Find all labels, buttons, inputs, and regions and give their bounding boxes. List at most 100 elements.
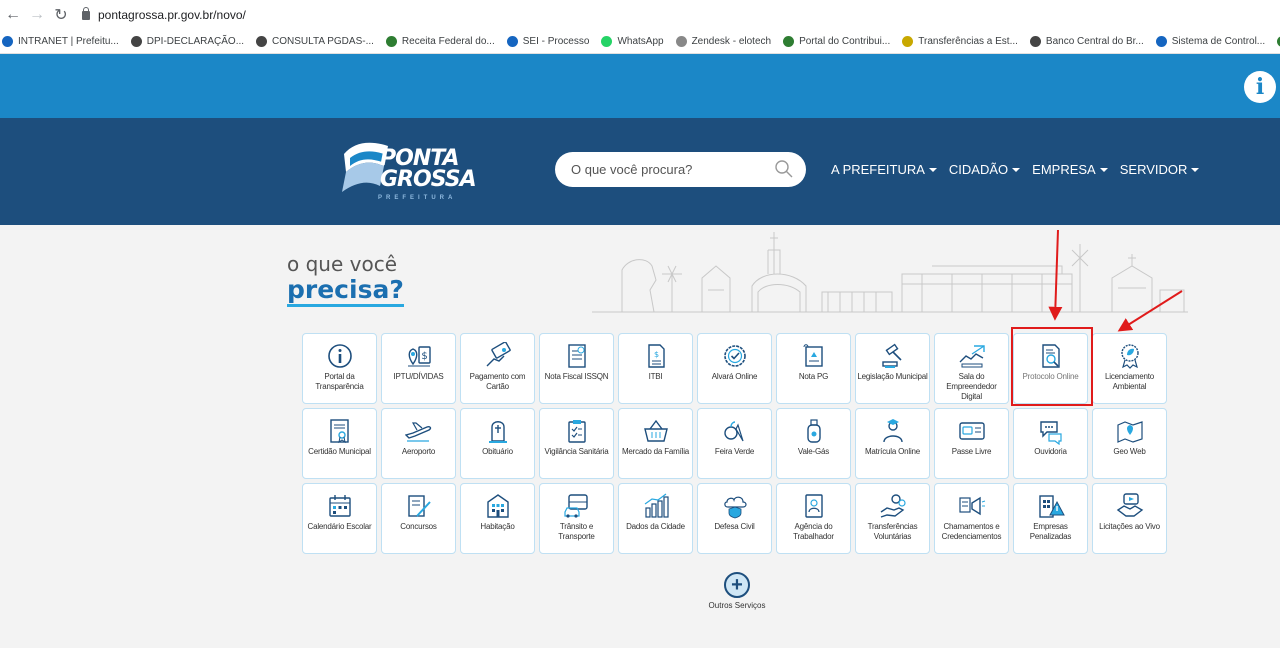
bookmark-label: Portal do Contribui... [799, 36, 891, 47]
bar-chart-icon [644, 493, 669, 518]
service-tile[interactable]: Mercado da Família [618, 408, 693, 479]
service-tile[interactable]: Obituário [460, 408, 535, 479]
service-tile[interactable]: Agência do Trabalhador [776, 483, 851, 554]
svg-text:$: $ [421, 351, 427, 362]
service-tile[interactable]: Certidão Municipal [302, 408, 377, 479]
bookmark-label: SEI - Processo [522, 36, 590, 47]
plus-icon[interactable]: + [724, 572, 750, 598]
service-tile-label: Vale-Gás [797, 447, 830, 456]
lock-icon [82, 6, 90, 20]
service-tile[interactable]: Ouvidoria [1013, 408, 1088, 479]
service-tile[interactable]: Nota PG [776, 333, 851, 404]
service-tile[interactable]: Feira Verde [697, 408, 772, 479]
service-tile[interactable]: Matrícula Online [855, 408, 930, 479]
search-box[interactable] [555, 152, 806, 187]
service-tile[interactable]: Trânsito e Transporte [539, 483, 614, 554]
bookmark-item[interactable]: WhatsApp [601, 36, 664, 47]
logo-subtitle: PREFEITURA [378, 195, 457, 201]
service-tile[interactable]: Vale-Gás [776, 408, 851, 479]
exam-pencil-icon [407, 495, 431, 517]
bookmark-label: Banco Central do Br... [1045, 36, 1144, 47]
bookmark-item[interactable]: Banco Central do Br... [1029, 36, 1144, 47]
logo-line2: GROSSA [380, 167, 477, 192]
service-tile-label: Dados da Cidade [626, 522, 685, 531]
bookmark-item[interactable]: CONSULTA PGDAS-... [256, 36, 374, 47]
nav-cidadao[interactable]: CIDADÃO [949, 162, 1021, 177]
nav-servidor[interactable]: SERVIDOR [1120, 162, 1200, 177]
service-tile-label: Nota PG [798, 372, 829, 381]
bookmark-item[interactable]: Transferências a Est... [902, 36, 1018, 47]
svg-text:$: $ [653, 350, 658, 359]
service-tile[interactable]: Geo Web [1092, 408, 1167, 479]
bookmark-item[interactable]: Sistema de Control... [1155, 36, 1265, 47]
city-skyline-illustration [592, 232, 1188, 313]
service-tile-label: Feira Verde [714, 447, 755, 456]
logo-text: PONTA GROSSA [380, 146, 477, 192]
bookmark-favicon-icon [902, 36, 914, 47]
ponta-grossa-logo[interactable]: PONTA GROSSA PREFEITURA [340, 134, 490, 204]
service-tile[interactable]: Habitação [460, 483, 535, 554]
service-tile[interactable]: Legislação Municipal [855, 333, 930, 404]
nav-empresa[interactable]: EMPRESA [1032, 162, 1108, 177]
bookmark-label: Receita Federal do... [401, 36, 495, 47]
service-tile[interactable]: Empresas Penalizadas [1013, 483, 1088, 554]
service-tile[interactable]: $ ITBI [618, 333, 693, 404]
service-tile[interactable]: Alvará Online [697, 333, 772, 404]
logo-line1: PONTA [380, 146, 460, 171]
bookmark-item[interactable]: DPI-DECLARAÇÃO... [130, 36, 244, 47]
gas-cylinder-icon [806, 419, 821, 443]
forward-icon[interactable]: → [26, 4, 48, 26]
bookmark-favicon-icon [130, 36, 142, 47]
search-input[interactable] [571, 162, 761, 177]
service-tile[interactable]: Dados da Cidade [618, 483, 693, 554]
service-tile[interactable]: Licitações ao Vivo [1092, 483, 1167, 554]
nav-a-prefeitura[interactable]: A PREFEITURA [831, 162, 937, 177]
basket-icon [643, 419, 668, 442]
service-tile[interactable]: Vigilância Sanitária [539, 408, 614, 479]
service-tile-label: Calendário Escolar [307, 522, 372, 531]
bookmark-item[interactable]: Zendesk - elotech [675, 36, 771, 47]
service-tile[interactable]: Licenciamento Ambiental [1092, 333, 1167, 404]
service-tile[interactable]: Defesa Civil [697, 483, 772, 554]
service-tile[interactable]: Chamamentos e Credenciamentos [934, 483, 1009, 554]
bookmark-label: INTRANET | Prefeitu... [18, 36, 119, 47]
info-icon[interactable]: i [1244, 71, 1276, 103]
service-tile[interactable]: Portal da Transparência [302, 333, 377, 404]
bookmark-item[interactable]: Portal do Contribui... [783, 36, 890, 47]
chevron-down-icon [928, 167, 937, 172]
service-tile[interactable]: Calendário Escolar [302, 483, 377, 554]
service-tile[interactable]: Transferências Voluntárias [855, 483, 930, 554]
service-tile-label: Trânsito e Transporte [558, 522, 595, 541]
bookmark-label: WhatsApp [617, 36, 664, 47]
hand-coins-icon [880, 494, 906, 518]
reload-icon[interactable]: ↻ [50, 4, 72, 26]
bookmark-favicon-icon [385, 36, 397, 47]
service-tile[interactable]: Concursos [381, 483, 456, 554]
eco-seal-icon [1120, 344, 1139, 369]
service-tile[interactable]: Passe Livre [934, 408, 1009, 479]
service-tile[interactable]: Aeroporto [381, 408, 456, 479]
back-icon[interactable]: ← [2, 4, 24, 26]
clipboard-check-icon [567, 420, 586, 443]
document-money-icon: $ [647, 344, 665, 368]
gavel-icon [881, 343, 902, 368]
address-bar[interactable]: pontagrossa.pr.gov.br/novo/ [82, 6, 246, 22]
bus-car-icon [563, 494, 588, 518]
bookmark-favicon-icon [1029, 36, 1041, 47]
service-tile[interactable]: Pagamento com Cartão [460, 333, 535, 404]
bookmark-item[interactable]: INTRANET | Prefeitu... [2, 36, 119, 47]
service-tile[interactable]: $ IPTU/DÍVIDAS [381, 333, 456, 404]
service-tile-label: Legislação Municipal [857, 372, 928, 381]
service-tile[interactable]: Nota Fiscal ISSQN [539, 333, 614, 404]
handshake-chart-icon [959, 345, 985, 368]
bus-card-icon [958, 422, 985, 440]
service-tile-label: ITBI [648, 372, 663, 381]
service-tile[interactable]: Sala do Empreendedor Digital [934, 333, 1009, 404]
bookmark-label: Transferências a Est... [918, 36, 1018, 47]
bookmark-item[interactable]: Receita Federal do... [385, 36, 495, 47]
search-icon[interactable] [774, 159, 794, 179]
bookmark-item[interactable]: SEI - Processo [506, 36, 590, 47]
location-money-icon: $ [407, 346, 431, 367]
invoice-icon [567, 344, 586, 368]
more-services[interactable]: + Outros Serviços [702, 572, 772, 610]
